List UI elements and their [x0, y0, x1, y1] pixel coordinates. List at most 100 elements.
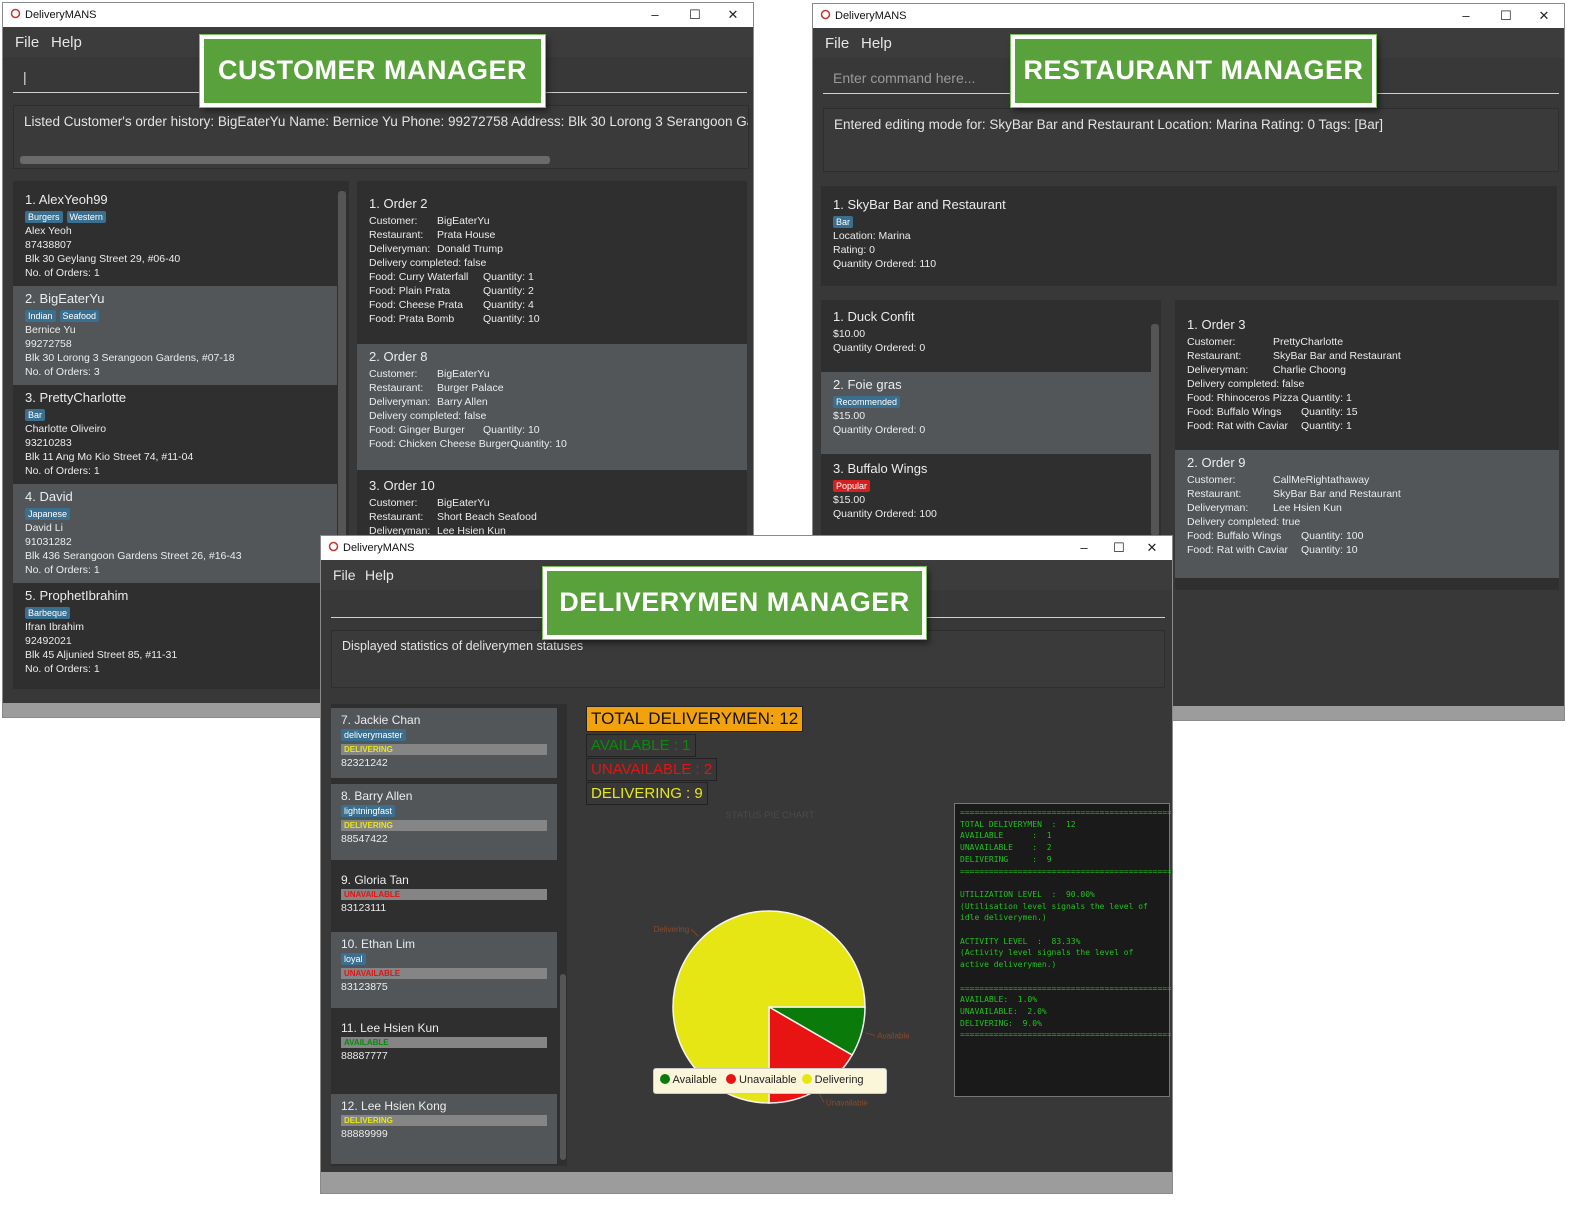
deliveryman-card[interactable]: 12. Lee Hsien Kong DELIVERING 88889999	[331, 1094, 557, 1164]
menu-help[interactable]: Help	[861, 35, 892, 52]
close-icon[interactable]: ✕	[715, 5, 751, 25]
order-detail-row: Restaurant: Short Beach Seafood	[369, 510, 735, 524]
food-quantity: Quantity: 4	[483, 299, 534, 311]
maximize-icon[interactable]: ☐	[1101, 538, 1137, 558]
deliveryman-tag: deliverymaster	[341, 729, 406, 741]
order-card[interactable]: 2. Order 8 Customer: BigEaterYu Restaurant:…	[357, 344, 747, 470]
order-detail-row: Customer: PrettyCharlotte	[1187, 335, 1547, 349]
minimize-icon[interactable]: –	[1448, 6, 1484, 26]
food-row: Food: Buffalo Wings Quantity: 15	[1187, 405, 1547, 419]
customer-card[interactable]: 3. PrettyCharlotte Bar Charlotte Oliveiro 9…	[13, 385, 337, 484]
app-icon	[820, 9, 831, 20]
customer-card[interactable]: 2. BigEaterYu Indian Seafood Bernice Yu 9927…	[13, 286, 337, 385]
close-icon[interactable]: ✕	[1134, 538, 1170, 558]
food-tags: Popular	[833, 479, 1139, 493]
title-bar: DeliveryMANS – ☐ ✕	[321, 536, 1172, 560]
order-detail-value: Burger Palace	[437, 382, 504, 394]
food-name: Food: Ginger Burger	[369, 424, 465, 436]
menu-help[interactable]: Help	[51, 34, 82, 51]
horizontal-scrollbar[interactable]	[20, 156, 550, 164]
customer-card[interactable]: 5. ProphetIbrahim Barbeque Ifran Ibrahim 92…	[13, 583, 337, 682]
result-display: Listed Customer's order history: BigEate…	[13, 105, 749, 169]
minimize-icon[interactable]: –	[637, 5, 673, 25]
food-card[interactable]: 2. Foie gras Recommended $15.00 Quantity Or…	[821, 372, 1151, 454]
legend-unavailable: Unavailable	[725, 1074, 797, 1086]
order-detail-value: Short Beach Seafood	[437, 511, 537, 523]
customer-tag: Seafood	[59, 310, 100, 322]
menu-help[interactable]: Help	[365, 567, 394, 583]
food-quantity: Quantity Ordered: 0	[833, 342, 926, 354]
order-card[interactable]: 1. Order 3 Customer: PrettyCharlotte Restau…	[1175, 312, 1559, 448]
customer-order-count: No. of Orders: 1	[25, 663, 100, 675]
customer-manager-banner: CUSTOMER MANAGER	[200, 35, 545, 107]
menu-file[interactable]: File	[825, 35, 849, 52]
deliveryman-tags: loyal	[341, 953, 547, 966]
order-detail-label: Restaurant:	[1187, 488, 1242, 500]
result-text: Displayed statistics of deliverymen stat…	[342, 639, 584, 653]
deliveryman-status: UNAVAILABLE	[341, 889, 547, 900]
customer-card[interactable]: 1. AlexYeoh99 Burgers Western Alex Yeoh 8743…	[13, 187, 337, 286]
customer-tag: Barbeque	[25, 607, 71, 619]
deliveryman-tags: deliverymaster	[341, 729, 547, 742]
menu-file[interactable]: File	[15, 34, 39, 51]
status-pie-chart: STATUS PIE CHART Available Unavailable Del…	[654, 810, 910, 1107]
vertical-scrollbar[interactable]	[560, 974, 566, 1160]
stat-available: AVAILABLE : 1	[586, 734, 696, 757]
food-card[interactable]: 1. Duck Confit $10.00 Quantity Ordered: 0	[821, 304, 1151, 370]
delivery-completed: Delivery completed: false	[1187, 378, 1305, 390]
order-card[interactable]: 1. Order 2 Customer: BigEaterYu Restaurant:…	[357, 191, 747, 341]
restaurant-name: 1. SkyBar Bar and Restaurant	[833, 197, 1006, 212]
deliveryman-card[interactable]: 11. Lee Hsien Kun AVAILABLE 88887777	[331, 1016, 557, 1086]
restaurant-card[interactable]: 1. SkyBar Bar and Restaurant Bar Locatio…	[821, 192, 1557, 277]
maximize-icon[interactable]: ☐	[1488, 6, 1524, 26]
deliveryman-card[interactable]: 9. Gloria Tan UNAVAILABLE 83123111	[331, 868, 557, 926]
customer-card[interactable]: 4. David Japanese David Li 91031282 Blk 436 …	[13, 484, 337, 583]
window-title: DeliveryMANS	[343, 542, 415, 554]
window-title: DeliveryMANS	[25, 9, 97, 21]
deliveryman-tag: loyal	[341, 953, 366, 965]
customer-name: 2. BigEaterYu	[25, 291, 105, 306]
food-row: Food: Plain Prata Quantity: 2	[369, 284, 735, 298]
food-name: Food: Buffalo Wings	[1187, 406, 1282, 418]
order-detail-value: Lee Hsien Kun	[1273, 502, 1342, 514]
deliveryman-card[interactable]: 10. Ethan Lim loyal UNAVAILABLE 83123875	[331, 932, 557, 1008]
order-card[interactable]: 3. Order 10 Customer: BigEaterYu Restaurant…	[357, 473, 747, 541]
order-title: 1. Order 3	[1187, 317, 1246, 332]
command-text: |	[23, 69, 27, 85]
order-detail-label: Customer:	[369, 497, 418, 509]
food-tag: Recommended	[833, 396, 901, 408]
app-icon	[10, 8, 21, 19]
food-quantity: Quantity: 100	[1301, 530, 1364, 542]
customer-list: 1. AlexYeoh99 Burgers Western Alex Yeoh 8743…	[13, 181, 349, 689]
customer-tag: Burgers	[25, 211, 63, 223]
order-detail-row: Deliveryman: Donald Trump	[369, 242, 735, 256]
order-detail-label: Customer:	[1187, 336, 1236, 348]
customer-order-count: No. of Orders: 3	[25, 366, 100, 378]
food-quantity: Quantity: 10	[510, 438, 567, 450]
result-display: Entered editing mode for: SkyBar Bar and…	[823, 108, 1559, 172]
delivery-completed: Delivery completed: true	[1187, 516, 1301, 528]
order-card[interactable]: 2. Order 9 Customer: CallMeRightathaway Res…	[1175, 450, 1559, 578]
deliveryman-card[interactable]: 8. Barry Allen lightningfast DELIVERING 885…	[331, 784, 557, 860]
food-price: $10.00	[833, 328, 866, 340]
customer-full-name: Ifran Ibrahim	[25, 621, 84, 633]
food-quantity: Quantity: 10	[483, 313, 540, 325]
food-tag: Popular	[833, 480, 871, 492]
food-card[interactable]: 3. Buffalo Wings Popular $15.00 Quantity Or…	[821, 456, 1151, 522]
deliveryman-name: 10. Ethan Lim	[341, 937, 416, 951]
vertical-scrollbar[interactable]	[1151, 324, 1159, 536]
minimize-icon[interactable]: –	[1066, 538, 1102, 558]
food-quantity: Quantity: 1	[483, 271, 534, 283]
menu-file[interactable]: File	[333, 567, 356, 583]
delivery-completed: Delivery completed: false	[369, 410, 487, 422]
food-quantity: Quantity: 1	[1301, 392, 1352, 404]
delivery-completed: Delivery completed: false	[369, 257, 487, 269]
deliveryman-card[interactable]: 7. Jackie Chan deliverymaster DELIVERING 82…	[331, 708, 557, 778]
maximize-icon[interactable]: ☐	[677, 5, 713, 25]
close-icon[interactable]: ✕	[1526, 6, 1562, 26]
order-detail-value: SkyBar Bar and Restaurant	[1273, 488, 1401, 500]
customer-name: 3. PrettyCharlotte	[25, 390, 127, 405]
deliverymen-list: 7. Jackie Chan deliverymaster DELIVERING 82…	[331, 704, 567, 1166]
food-quantity: Quantity Ordered: 0	[833, 424, 926, 436]
deliveryman-status: DELIVERING	[341, 1115, 547, 1126]
